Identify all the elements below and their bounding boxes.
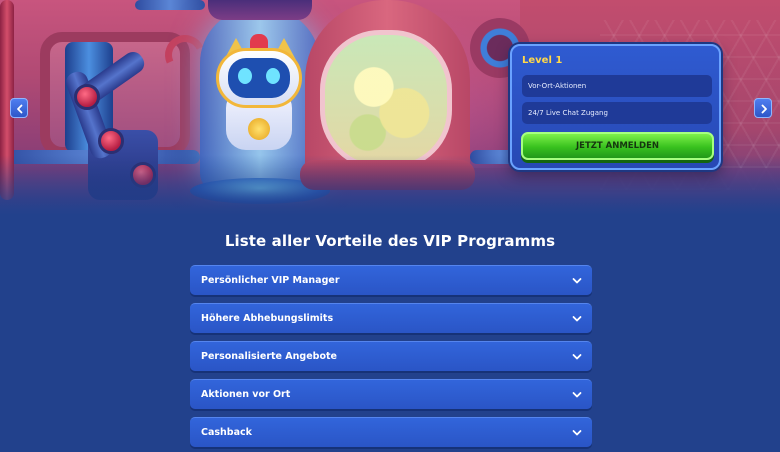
carousel-prev-button[interactable] xyxy=(10,98,28,118)
accordion-item[interactable]: Höhere Abhebungslimits xyxy=(190,303,592,333)
chevron-down-icon xyxy=(572,430,582,436)
register-now-button[interactable]: JETZT ANMELDEN xyxy=(521,132,714,160)
accordion-label: Aktionen vor Ort xyxy=(201,389,291,400)
lab-pipe xyxy=(135,0,205,10)
chevron-down-icon xyxy=(572,392,582,398)
lightning-badge xyxy=(248,118,270,140)
accordion-label: Personalisierte Angebote xyxy=(201,351,337,362)
robot-arm-joint xyxy=(98,128,124,154)
perk-item: Vor-Ort-Aktionen xyxy=(522,75,712,97)
chevron-down-icon xyxy=(572,354,582,360)
chevron-left-icon xyxy=(17,104,23,114)
world-globe xyxy=(320,30,452,170)
section-title: Liste aller Vorteile des VIP Programms xyxy=(224,232,556,250)
chevron-down-icon xyxy=(572,278,582,284)
accordion-item[interactable]: Aktionen vor Ort xyxy=(190,379,592,409)
accordion-label: Persönlicher VIP Manager xyxy=(201,275,340,286)
carousel-next-button[interactable] xyxy=(754,98,772,118)
mascot-eye xyxy=(266,68,280,84)
level-title: Level 1 xyxy=(522,55,563,66)
robot-arm-joint xyxy=(74,84,100,110)
accordion-label: Cashback xyxy=(201,427,252,438)
accordion-item[interactable]: Cashback xyxy=(190,417,592,447)
accordion-item[interactable]: Persönlicher VIP Manager xyxy=(190,265,592,295)
accordion-item[interactable]: Personalisierte Angebote xyxy=(190,341,592,371)
accordion-label: Höhere Abhebungslimits xyxy=(201,313,334,324)
chevron-right-icon xyxy=(761,104,767,114)
capsule-top xyxy=(208,0,312,20)
perk-item: 24/7 Live Chat Zugang xyxy=(522,102,712,124)
mascot-eye xyxy=(238,68,252,84)
vip-level-card: Level 1 Vor-Ort-Aktionen 24/7 Live Chat … xyxy=(510,44,721,170)
chevron-down-icon xyxy=(572,316,582,322)
